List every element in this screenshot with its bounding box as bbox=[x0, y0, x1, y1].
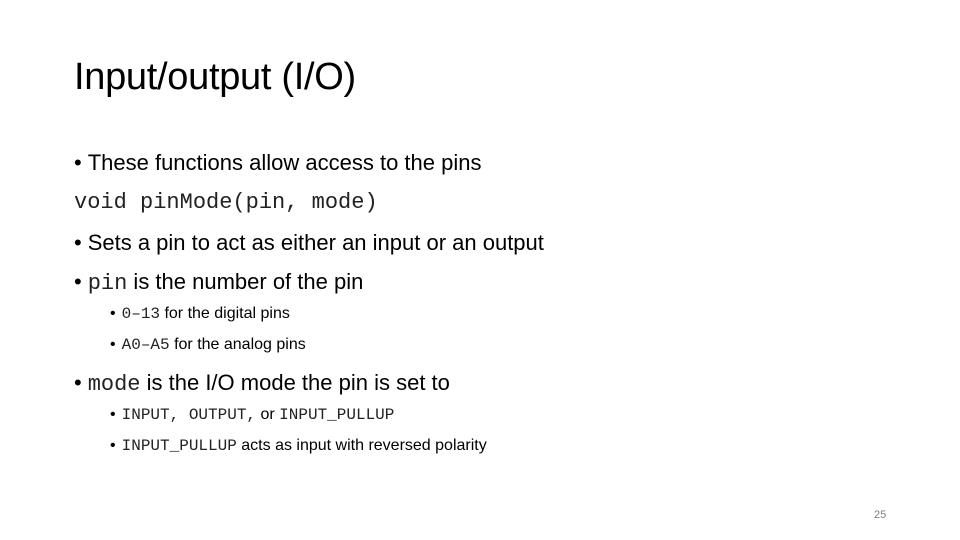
sub-bullet-pullup: • INPUT_PULLUP acts as input with reverse… bbox=[110, 437, 487, 455]
bullet-line-mode-param: • mode is the I/O mode the pin is set to bbox=[74, 370, 450, 397]
line-text: is the I/O mode the pin is set to bbox=[140, 370, 450, 395]
bullet-icon: • bbox=[74, 150, 82, 175]
line-text: for the digital pins bbox=[160, 305, 290, 322]
inline-code: INPUT, OUTPUT, bbox=[121, 406, 257, 424]
inline-code: mode bbox=[87, 372, 141, 397]
bullet-icon: • bbox=[110, 406, 116, 423]
page-number: 25 bbox=[874, 509, 887, 521]
inline-code: INPUT_PULLUP bbox=[279, 406, 395, 424]
bullet-icon: • bbox=[110, 305, 116, 322]
bullet-icon: • bbox=[74, 230, 82, 255]
sub-bullet-analog-pins: • A0–A5 for the analog pins bbox=[110, 336, 306, 354]
code-signature: void pinMode(pin, mode) bbox=[74, 190, 378, 215]
bullet-line-pin-param: • pin is the number of the pin bbox=[74, 269, 363, 296]
bullet-icon: • bbox=[74, 269, 82, 294]
line-text: or bbox=[256, 406, 280, 423]
inline-code: INPUT_PULLUP bbox=[121, 437, 237, 455]
line-text: Sets a pin to act as either an input or … bbox=[87, 230, 544, 255]
bullet-icon: • bbox=[110, 336, 116, 353]
bullet-line-sets-pin: • Sets a pin to act as either an input or… bbox=[74, 230, 544, 256]
inline-code: A0–A5 bbox=[121, 336, 170, 354]
inline-code: 0–13 bbox=[121, 305, 161, 323]
bullet-icon: • bbox=[74, 370, 82, 395]
sub-bullet-mode-values: • INPUT, OUTPUT, or INPUT_PULLUP bbox=[110, 406, 394, 424]
sub-bullet-digital-pins: • 0–13 for the digital pins bbox=[110, 305, 290, 323]
slide-title: Input/output (I/O) bbox=[74, 56, 356, 98]
inline-code: pin bbox=[87, 271, 128, 296]
line-text: for the analog pins bbox=[169, 336, 306, 353]
bullet-line-functions-access: • These functions allow access to the pin… bbox=[74, 150, 481, 176]
line-text: acts as input with reversed polarity bbox=[236, 437, 487, 454]
line-text: is the number of the pin bbox=[127, 269, 364, 294]
bullet-icon: • bbox=[110, 437, 116, 454]
line-text: These functions allow access to the pins bbox=[87, 150, 482, 175]
